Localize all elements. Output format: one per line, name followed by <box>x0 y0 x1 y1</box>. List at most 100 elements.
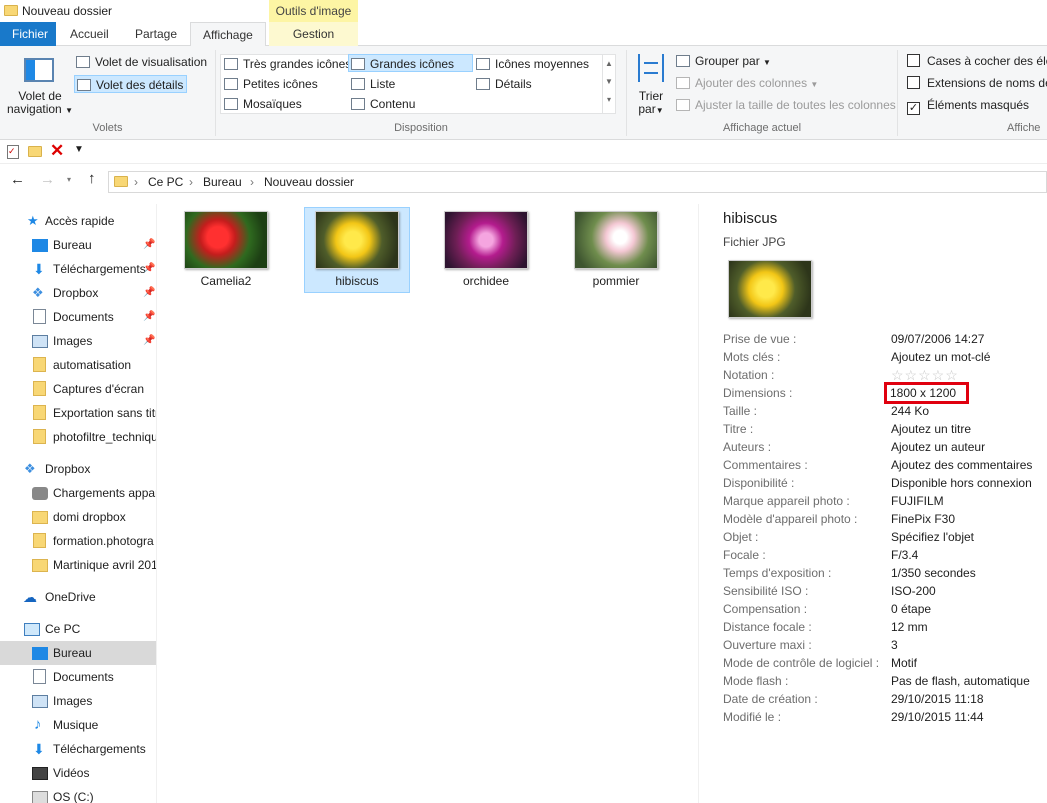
property-label: Sensibilité ISO : <box>723 584 809 598</box>
property-value[interactable]: Ajoutez un titre <box>891 420 971 438</box>
nav-quick-item[interactable]: ⬇ Téléchargements 📌 <box>0 257 156 281</box>
property-value-dimensions: 1800 x 1200 <box>884 382 970 404</box>
nav-quick-item[interactable]: Bureau 📌 <box>0 233 156 257</box>
tab-gestion[interactable]: Gestion <box>269 22 358 46</box>
layout-medium-icons[interactable]: Icônes moyennes <box>476 55 589 73</box>
delete-icon[interactable]: ✕ <box>50 141 64 161</box>
nav-dropbox[interactable]: ❖ Dropbox <box>0 457 156 481</box>
group-by-icon <box>676 55 690 67</box>
property-label: Ouverture maxi : <box>723 638 812 652</box>
extensions-toggle[interactable]: Extensions de noms de <box>907 74 1047 92</box>
image-thumbnail <box>315 211 399 269</box>
tab-fichier[interactable]: Fichier <box>0 22 56 46</box>
details-file-type: Fichier JPG <box>723 235 786 249</box>
nav-quick-item[interactable]: ❖ Dropbox 📌 <box>0 281 156 305</box>
group-show-label: Affiche <box>1007 122 1041 134</box>
file-item[interactable]: orchidee <box>437 208 535 294</box>
property-value[interactable]: Ajoutez des commentaires <box>891 456 1032 474</box>
details-pane-button[interactable]: Volet des détails <box>74 75 188 93</box>
tab-affichage[interactable]: Affichage <box>190 22 266 47</box>
nav-onedrive[interactable]: ☁ OneDrive <box>0 585 156 609</box>
new-folder-icon[interactable] <box>28 146 42 157</box>
nav-dropbox-item[interactable]: Chargements appar <box>0 481 156 505</box>
up-arrow-icon[interactable]: ↑ <box>88 170 96 187</box>
nav-dropbox-item[interactable]: Martinique avril 201 <box>0 553 156 577</box>
property-value: Motif <box>891 656 918 670</box>
checkbox-unchecked[interactable] <box>907 76 920 89</box>
nav-quick-item[interactable]: automatisation <box>0 353 156 377</box>
shared-folder-icon <box>32 559 48 572</box>
breadcrumb-bureau[interactable]: Bureau <box>203 175 242 189</box>
property-value[interactable]: Ajoutez un auteur <box>891 438 985 456</box>
property-label: Taille : <box>723 404 758 418</box>
item-checkboxes-toggle[interactable]: Cases à cocher des élém <box>907 52 1047 70</box>
file-name: orchidee <box>462 274 510 288</box>
group-by-button[interactable]: Grouper par ▼ <box>676 52 771 70</box>
breadcrumb-ce-pc[interactable]: Ce PC <box>148 175 183 189</box>
file-item[interactable]: pommier <box>567 208 665 294</box>
layout-list[interactable]: Liste <box>351 75 395 93</box>
recent-chevron-icon[interactable]: ▾ <box>67 175 71 184</box>
nav-pc-item[interactable]: Images <box>0 689 156 713</box>
back-arrow-icon[interactable]: ← <box>10 171 25 188</box>
layout-small-icons[interactable]: Petites icônes <box>224 75 318 93</box>
nav-pc-item[interactable]: Documents <box>0 665 156 689</box>
nav-dropbox-item[interactable]: domi dropbox <box>0 505 156 529</box>
nav-pc-item-bureau[interactable]: Bureau <box>0 641 156 665</box>
nav-quick-item[interactable]: Exportation sans titr <box>0 401 156 425</box>
file-item[interactable]: Camelia2 <box>177 208 275 294</box>
layout-details[interactable]: Détails <box>476 75 532 93</box>
checkbox-checked[interactable]: ✓ <box>907 102 920 115</box>
layout-extra-large-icons[interactable]: Très grandes icônes <box>224 55 351 73</box>
computer-icon <box>24 623 40 636</box>
nav-pc-item[interactable]: Vidéos <box>0 761 156 785</box>
hidden-items-toggle[interactable]: ✓ Éléments masqués <box>907 96 1029 115</box>
sort-by-button[interactable]: Trier par▼ <box>632 90 670 117</box>
checkbox-unchecked[interactable] <box>907 54 920 67</box>
fit-columns-button[interactable]: Ajuster la taille de toutes les colonnes <box>676 96 896 114</box>
property-value[interactable]: Spécifiez l'objet <box>891 528 974 546</box>
title-bar: Nouveau dossier <box>0 0 1047 22</box>
download-icon: ⬇ <box>33 261 45 277</box>
add-columns-button[interactable]: Ajouter des colonnes ▼ <box>676 74 818 92</box>
customize-toolbar-icon[interactable]: ▼ <box>74 144 84 155</box>
property-label: Auteurs : <box>723 440 772 454</box>
tab-accueil[interactable]: Accueil <box>58 22 121 46</box>
nav-pc-item[interactable]: ♪ Musique <box>0 713 156 737</box>
property-label: Mode de contrôle de logiciel : <box>723 656 880 670</box>
breadcrumb-nouveau-dossier[interactable]: Nouveau dossier <box>264 175 354 189</box>
file-item-selected[interactable]: hibiscus <box>304 207 410 293</box>
breadcrumb-separator[interactable]: › <box>250 175 254 189</box>
properties-icon[interactable]: ✓ <box>7 145 19 159</box>
gallery-scrollbar[interactable]: ▲ ▼ ▾ <box>602 55 615 113</box>
shared-folder-icon <box>32 511 48 524</box>
nav-this-pc[interactable]: Ce PC <box>0 617 156 641</box>
nav-quick-access[interactable]: ★ Accès rapide <box>0 209 156 233</box>
nav-pc-item[interactable]: OS (C:) <box>0 785 156 803</box>
nav-pane-button[interactable]: Volet de navigation ▼ <box>4 90 76 117</box>
property-value[interactable]: Ajoutez un mot-clé <box>891 348 990 366</box>
property-value: Pas de flash, automatique <box>891 674 1030 688</box>
document-icon <box>33 669 46 684</box>
document-icon <box>33 309 46 324</box>
nav-pc-item[interactable]: ⬇ Téléchargements <box>0 737 156 761</box>
forward-arrow-icon[interactable]: → <box>40 171 55 188</box>
property-value: Disponible hors connexion <box>891 476 1032 490</box>
property-value: 1/350 secondes <box>891 566 976 580</box>
property-label: Commentaires : <box>723 458 808 472</box>
star-icon: ★ <box>27 213 39 228</box>
layout-large-icons[interactable]: Grandes icônes <box>348 54 473 72</box>
breadcrumb-separator[interactable]: › <box>134 175 138 189</box>
details-file-name: hibiscus <box>723 210 778 227</box>
nav-quick-item[interactable]: photofiltre_techniqu <box>0 425 156 449</box>
breadcrumb-separator[interactable]: › <box>189 175 193 189</box>
address-bar[interactable]: › Ce PC › Bureau › Nouveau dossier <box>108 171 1047 193</box>
layout-tiles[interactable]: Mosaïques <box>224 95 302 113</box>
nav-dropbox-item[interactable]: formation.photogra <box>0 529 156 553</box>
nav-quick-item[interactable]: Captures d'écran <box>0 377 156 401</box>
nav-quick-item[interactable]: Images 📌 <box>0 329 156 353</box>
nav-quick-item[interactable]: Documents 📌 <box>0 305 156 329</box>
tab-partage[interactable]: Partage <box>123 22 189 46</box>
layout-content[interactable]: Contenu <box>351 95 415 113</box>
preview-pane-button[interactable]: Volet de visualisation <box>76 53 207 71</box>
